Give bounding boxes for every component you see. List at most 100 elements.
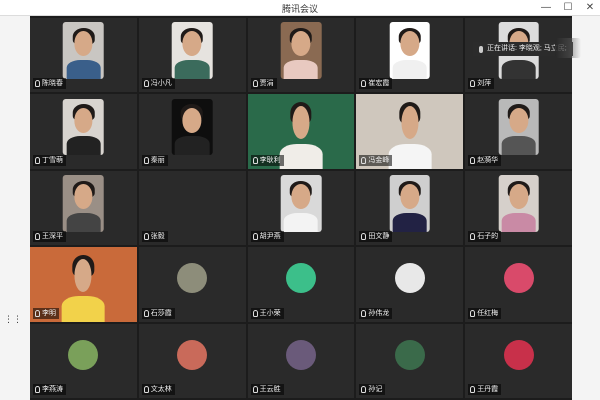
- participant-tile[interactable]: 王云胜: [247, 323, 355, 398]
- microphone-icon: [143, 233, 149, 241]
- participant-tile[interactable]: 田文静: [356, 170, 464, 246]
- participant-tile[interactable]: 冯小凡: [138, 18, 246, 93]
- participant-name-tag: 冯金峰: [359, 154, 393, 166]
- participant-name-tag: 张毅: [141, 231, 168, 243]
- microphone-icon: [252, 80, 258, 88]
- participant-name: 王云胜: [259, 386, 281, 393]
- participant-video: [171, 98, 213, 156]
- video-grid: 陈晓春 冯小凡 贾涓 崔宏霞 刘萍丁雪萌 秦丽 李耿利 冯金峰 赵漪华王深平 张毅 胡尹燕 田文静 石子…: [30, 18, 572, 398]
- participant-avatar: [503, 263, 534, 294]
- speaker-preview: [555, 38, 581, 58]
- person-body: [283, 212, 319, 232]
- participant-tile[interactable]: 秦丽: [138, 94, 246, 169]
- participant-name: 王丹霞: [477, 386, 499, 393]
- person-face: [182, 31, 202, 57]
- person-body: [392, 212, 427, 232]
- participant-name: 李燕涛: [42, 386, 63, 393]
- side-panel-toggle[interactable]: ⋮⋮: [4, 314, 22, 325]
- participant-name-tag: 刘萍: [468, 78, 495, 90]
- person-body: [66, 212, 101, 232]
- participant-name-tag: 王丹霞: [468, 384, 502, 395]
- participant-tile[interactable]: 陈晓春: [30, 18, 137, 93]
- left-panel: ⋮⋮: [0, 16, 30, 400]
- microphone-icon: [143, 309, 149, 317]
- microphone-icon: [143, 156, 149, 164]
- participant-name: 石莎霞: [150, 309, 172, 317]
- microphone-icon: [361, 233, 367, 241]
- person-body: [501, 212, 536, 232]
- person-body: [66, 59, 101, 79]
- participant-name: 秦丽: [150, 156, 165, 164]
- participant-tile[interactable]: 王小荣: [247, 247, 355, 322]
- microphone-icon: [143, 386, 149, 393]
- participant-video: [389, 22, 431, 79]
- participant-name: 丁雪萌: [42, 156, 63, 164]
- participant-name: 冯小凡: [150, 80, 172, 88]
- microphone-icon: [361, 156, 367, 164]
- participant-avatar: [503, 339, 534, 370]
- participant-name-tag: 赵漪华: [468, 154, 502, 166]
- participant-avatar: [177, 339, 208, 370]
- participant-name: 崔宏霞: [368, 80, 390, 88]
- person-body: [279, 143, 323, 169]
- person-body: [283, 59, 319, 79]
- person-body: [388, 143, 432, 169]
- participant-tile[interactable]: 崔宏霞: [356, 18, 464, 93]
- participant-avatar: [285, 263, 316, 294]
- person-body: [501, 59, 536, 79]
- participant-name: 胡尹燕: [259, 233, 281, 241]
- participant-tile[interactable]: 赵漪华: [465, 94, 572, 169]
- participant-tile[interactable]: 孙伟龙: [356, 247, 464, 322]
- microphone-icon: [252, 233, 258, 241]
- participant-name-tag: 孙伟龙: [359, 307, 393, 319]
- participant-tile[interactable]: 孙记: [356, 323, 464, 398]
- participant-tile[interactable]: 王深平: [30, 170, 137, 246]
- participant-name: 李耿利: [259, 156, 281, 164]
- participant-name-tag: 李耿利: [250, 154, 284, 166]
- participant-name-tag: 田文静: [359, 231, 393, 243]
- participant-tile[interactable]: 李明: [30, 247, 137, 322]
- participant-tile[interactable]: 石莎霞: [138, 247, 246, 322]
- person-face: [74, 107, 93, 133]
- participant-tile[interactable]: 石子的: [465, 170, 572, 246]
- participant-avatar: [68, 339, 99, 370]
- participant-tile[interactable]: 任红梅: [465, 247, 572, 322]
- microphone-icon: [35, 309, 40, 317]
- microphone-icon: [252, 309, 258, 317]
- participant-tile[interactable]: 张毅: [138, 170, 246, 246]
- microphone-icon: [470, 156, 476, 164]
- participant-avatar: [177, 263, 208, 294]
- close-icon[interactable]: ✕: [584, 1, 596, 15]
- person-face: [400, 184, 420, 210]
- participant-name-tag: 王云胜: [250, 384, 284, 395]
- person-body: [175, 136, 210, 156]
- maximize-icon[interactable]: ☐: [562, 1, 574, 15]
- participant-video: [389, 175, 431, 232]
- participant-tile[interactable]: 胡尹燕: [247, 170, 355, 246]
- participant-name: 王小荣: [259, 309, 281, 317]
- participant-name-tag: 任红梅: [468, 307, 502, 319]
- participant-tile[interactable]: 李燕涛: [30, 323, 137, 398]
- participant-tile[interactable]: 李耿利: [247, 94, 355, 169]
- participant-video: [63, 22, 104, 79]
- participant-tile[interactable]: 贾涓: [247, 18, 355, 93]
- microphone-icon: [35, 156, 40, 164]
- person-body: [66, 136, 101, 156]
- participant-video: [498, 98, 539, 156]
- participant-name-tag: 李明: [33, 307, 59, 319]
- person-face: [182, 107, 202, 133]
- participant-tile[interactable]: 冯金峰: [356, 94, 464, 169]
- participant-name-tag: 孙记: [359, 384, 386, 395]
- microphone-icon: [470, 80, 476, 88]
- participant-tile[interactable]: 丁雪萌: [30, 94, 137, 169]
- person-face: [291, 31, 311, 57]
- person-face: [509, 184, 528, 210]
- participant-video: [280, 22, 322, 79]
- participant-name: 冯金峰: [368, 156, 390, 164]
- minimize-icon[interactable]: —: [540, 1, 552, 15]
- window-title: 腾讯会议: [281, 4, 318, 14]
- microphone-icon: [252, 386, 258, 393]
- participant-tile[interactable]: 文太林: [138, 323, 246, 398]
- participant-tile[interactable]: 王丹霞: [465, 323, 572, 398]
- right-panel: [572, 16, 600, 400]
